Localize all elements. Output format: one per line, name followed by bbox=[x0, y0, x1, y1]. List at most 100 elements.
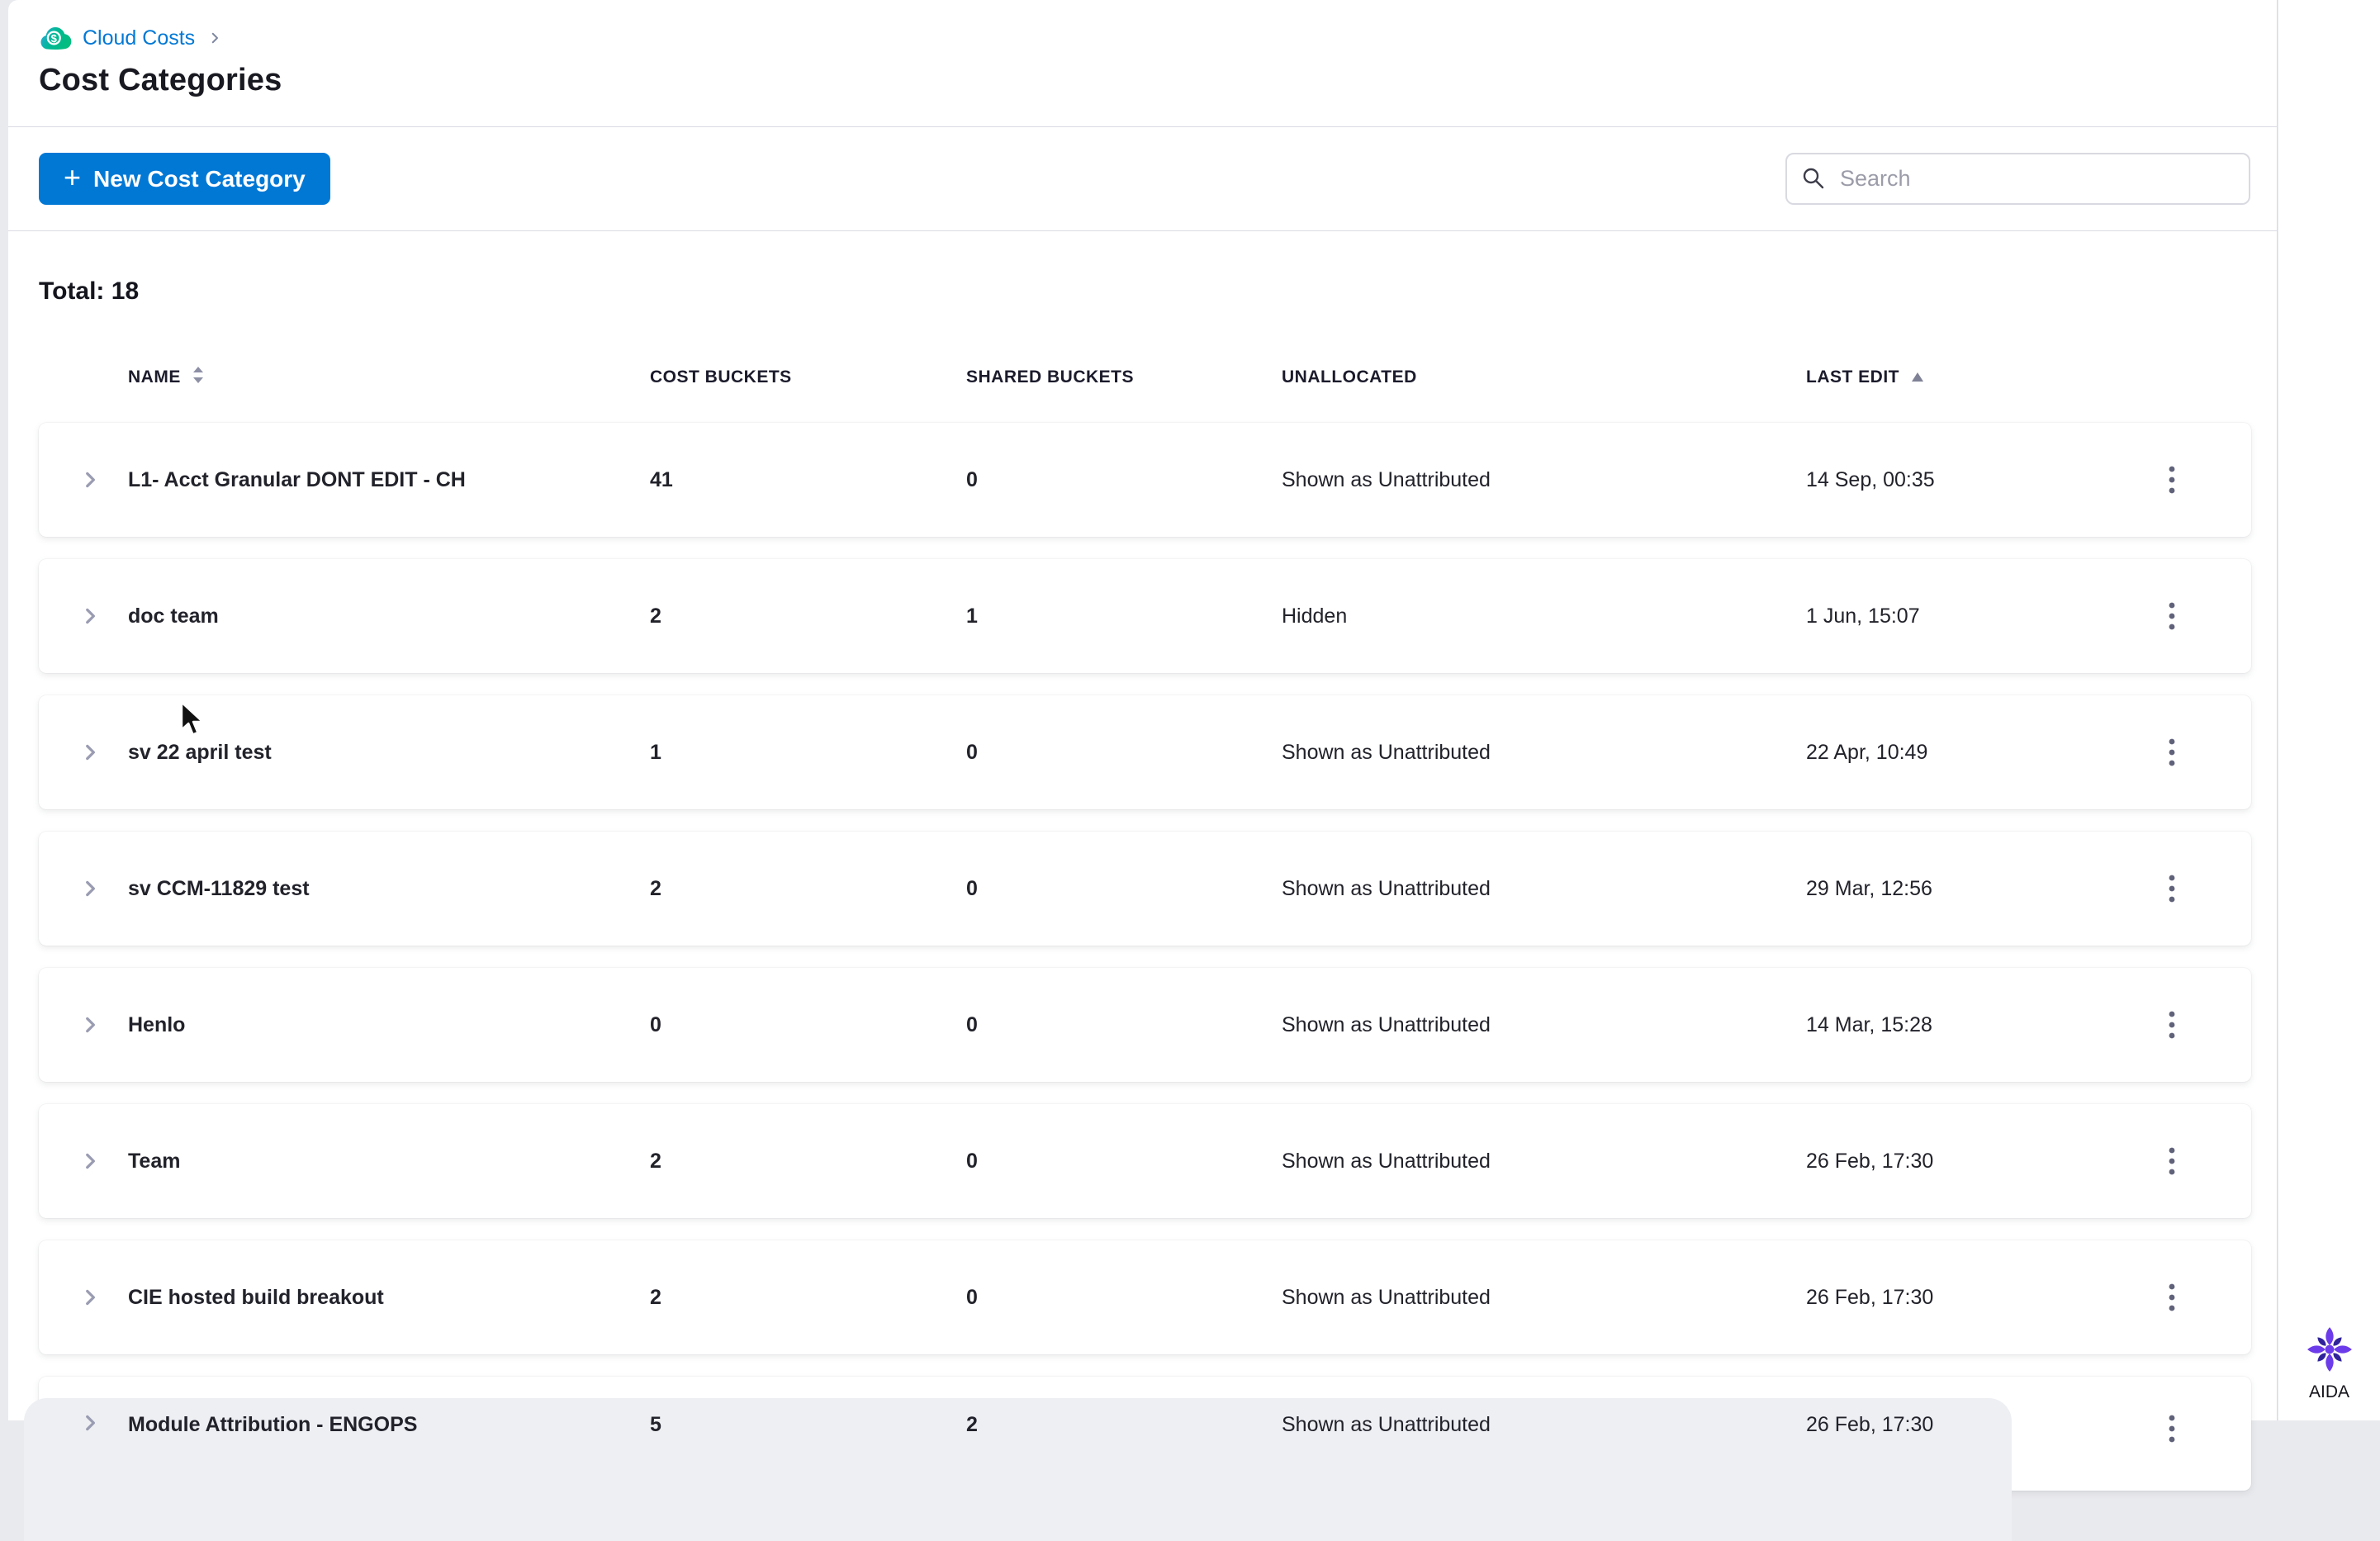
row-shared-buckets: 0 bbox=[966, 1013, 978, 1036]
row-last-edit: 1 Jun, 15:07 bbox=[1806, 605, 1920, 628]
kebab-menu-icon[interactable] bbox=[2155, 872, 2188, 905]
col-header-last-edit[interactable]: LAST EDIT bbox=[1806, 367, 2120, 387]
table-row[interactable]: sv 22 april test 1 0 Shown as Unattribut… bbox=[39, 695, 2251, 809]
right-rail bbox=[2278, 0, 2380, 1420]
row-name: Module Attribution - ENGOPS bbox=[128, 1413, 418, 1436]
col-header-cost-buckets[interactable]: COST BUCKETS bbox=[650, 367, 966, 387]
row-name: L1- Acct Granular DONT EDIT - CH bbox=[128, 468, 466, 491]
row-unallocated: Hidden bbox=[1282, 605, 1348, 628]
table-row[interactable]: Henlo 0 0 Shown as Unattributed 14 Mar, … bbox=[39, 968, 2251, 1082]
row-last-edit: 26 Feb, 17:30 bbox=[1806, 1150, 1934, 1173]
kebab-menu-icon[interactable] bbox=[2155, 1008, 2188, 1041]
toolbar: + New Cost Category bbox=[8, 127, 2277, 231]
kebab-menu-icon[interactable] bbox=[2155, 600, 2188, 633]
row-unallocated: Shown as Unattributed bbox=[1282, 1286, 1491, 1309]
app-root: $ Cloud Costs Cost Categories + New Cost… bbox=[0, 0, 2380, 1541]
row-shared-buckets: 0 bbox=[966, 877, 978, 900]
main-panel: $ Cloud Costs Cost Categories + New Cost… bbox=[8, 0, 2278, 1541]
kebab-menu-icon[interactable] bbox=[2155, 1281, 2188, 1314]
chevron-right-icon[interactable] bbox=[79, 742, 112, 763]
row-cost-buckets: 2 bbox=[650, 877, 661, 900]
row-shared-buckets: 0 bbox=[966, 468, 978, 491]
search-input[interactable] bbox=[1785, 153, 2250, 205]
chevron-right-icon[interactable] bbox=[79, 1377, 112, 1434]
row-name: sv 22 april test bbox=[128, 741, 272, 764]
row-unallocated: Shown as Unattributed bbox=[1282, 741, 1491, 764]
row-cost-buckets: 41 bbox=[650, 468, 673, 491]
svg-text:$: $ bbox=[51, 32, 58, 45]
table-row[interactable]: L1- Acct Granular DONT EDIT - CH 41 0 Sh… bbox=[39, 423, 2251, 537]
new-cost-category-button[interactable]: + New Cost Category bbox=[39, 153, 330, 205]
row-cost-buckets: 2 bbox=[650, 1150, 661, 1173]
breadcrumb-chevron-icon bbox=[207, 31, 222, 45]
col-header-unallocated-label: UNALLOCATED bbox=[1282, 367, 1417, 386]
kebab-menu-icon[interactable] bbox=[2155, 1145, 2188, 1178]
row-cost-buckets: 0 bbox=[650, 1013, 661, 1036]
row-name: CIE hosted build breakout bbox=[128, 1286, 384, 1309]
table-row[interactable]: Team 2 0 Shown as Unattributed 26 Feb, 1… bbox=[39, 1104, 2251, 1218]
table-row[interactable]: CIE hosted build breakout 2 0 Shown as U… bbox=[39, 1240, 2251, 1354]
row-name: Henlo bbox=[128, 1013, 186, 1036]
kebab-menu-icon[interactable] bbox=[2155, 1377, 2188, 1445]
row-unallocated: Shown as Unattributed bbox=[1282, 1150, 1491, 1173]
col-header-unallocated[interactable]: UNALLOCATED bbox=[1282, 367, 1806, 387]
new-cost-category-label: New Cost Category bbox=[93, 165, 306, 192]
row-last-edit: 14 Sep, 00:35 bbox=[1806, 468, 1935, 491]
row-unallocated: Shown as Unattributed bbox=[1282, 468, 1491, 491]
col-header-shared-buckets[interactable]: SHARED BUCKETS bbox=[966, 367, 1282, 387]
chevron-right-icon[interactable] bbox=[79, 605, 112, 627]
sort-both-icon bbox=[192, 366, 204, 389]
col-header-name-label: NAME bbox=[128, 367, 181, 386]
row-last-edit: 26 Feb, 17:30 bbox=[1806, 1413, 1934, 1436]
row-unallocated: Shown as Unattributed bbox=[1282, 877, 1491, 900]
table-header-row: NAME COST BUCKETS SHARED BUCKETS UNALLOC… bbox=[39, 366, 2251, 389]
total-value: 18 bbox=[111, 277, 140, 305]
row-name: doc team bbox=[128, 605, 219, 628]
aida-flower-icon bbox=[2306, 1325, 2354, 1377]
row-last-edit: 29 Mar, 12:56 bbox=[1806, 877, 1932, 900]
chevron-right-icon[interactable] bbox=[79, 469, 112, 491]
chevron-right-icon[interactable] bbox=[79, 878, 112, 899]
row-name: sv CCM-11829 test bbox=[128, 877, 310, 900]
row-unallocated: Shown as Unattributed bbox=[1282, 1413, 1491, 1436]
row-last-edit: 14 Mar, 15:28 bbox=[1806, 1013, 1932, 1036]
row-last-edit: 26 Feb, 17:30 bbox=[1806, 1286, 1934, 1309]
row-cost-buckets: 2 bbox=[650, 1286, 661, 1309]
total-label: Total: bbox=[39, 277, 105, 305]
chevron-right-icon[interactable] bbox=[79, 1014, 112, 1036]
search-box bbox=[1785, 153, 2250, 205]
row-unallocated: Shown as Unattributed bbox=[1282, 1013, 1491, 1036]
chevron-right-icon[interactable] bbox=[79, 1150, 112, 1172]
chevron-right-icon[interactable] bbox=[79, 1287, 112, 1308]
row-name: Team bbox=[128, 1150, 181, 1173]
row-shared-buckets: 1 bbox=[966, 605, 978, 628]
page-header: $ Cloud Costs Cost Categories bbox=[8, 0, 2277, 127]
col-header-cost-buckets-label: COST BUCKETS bbox=[650, 367, 792, 386]
row-shared-buckets: 0 bbox=[966, 741, 978, 764]
kebab-menu-icon[interactable] bbox=[2155, 736, 2188, 769]
row-cost-buckets: 2 bbox=[650, 605, 661, 628]
aida-label: AIDA bbox=[2308, 1382, 2349, 1401]
kebab-menu-icon[interactable] bbox=[2155, 463, 2188, 496]
table-row[interactable]: doc team 2 1 Hidden 1 Jun, 15:07 bbox=[39, 559, 2251, 673]
row-cost-buckets: 1 bbox=[650, 741, 661, 764]
page-title: Cost Categories bbox=[39, 63, 282, 97]
cost-category-list: L1- Acct Granular DONT EDIT - CH 41 0 Sh… bbox=[24, 423, 2251, 1541]
row-cost-buckets: 5 bbox=[650, 1413, 661, 1436]
aida-button[interactable]: AIDA bbox=[2278, 1325, 2380, 1402]
row-shared-buckets: 0 bbox=[966, 1150, 978, 1173]
cloud-dollar-icon: $ bbox=[39, 23, 72, 53]
sort-asc-icon bbox=[1911, 367, 1924, 387]
breadcrumb: $ Cloud Costs bbox=[39, 20, 2277, 56]
row-shared-buckets: 2 bbox=[966, 1413, 978, 1436]
row-last-edit: 22 Apr, 10:49 bbox=[1806, 741, 1928, 764]
row-shared-buckets: 0 bbox=[966, 1286, 978, 1309]
col-header-shared-buckets-label: SHARED BUCKETS bbox=[966, 367, 1135, 386]
col-header-name[interactable]: NAME bbox=[112, 366, 650, 389]
col-header-last-edit-label: LAST EDIT bbox=[1806, 367, 1899, 386]
table-row[interactable]: sv CCM-11829 test 2 0 Shown as Unattribu… bbox=[39, 832, 2251, 946]
table-row[interactable]: Module Attribution - ENGOPS 5 2 Shown as… bbox=[24, 1377, 2251, 1541]
total-count: Total: 18 bbox=[39, 277, 2277, 306]
content-area: Total: 18 NAME COST BUCKETS SHARED BUCKE… bbox=[8, 231, 2277, 1541]
breadcrumb-link-cloud-costs[interactable]: Cloud Costs bbox=[83, 27, 195, 49]
